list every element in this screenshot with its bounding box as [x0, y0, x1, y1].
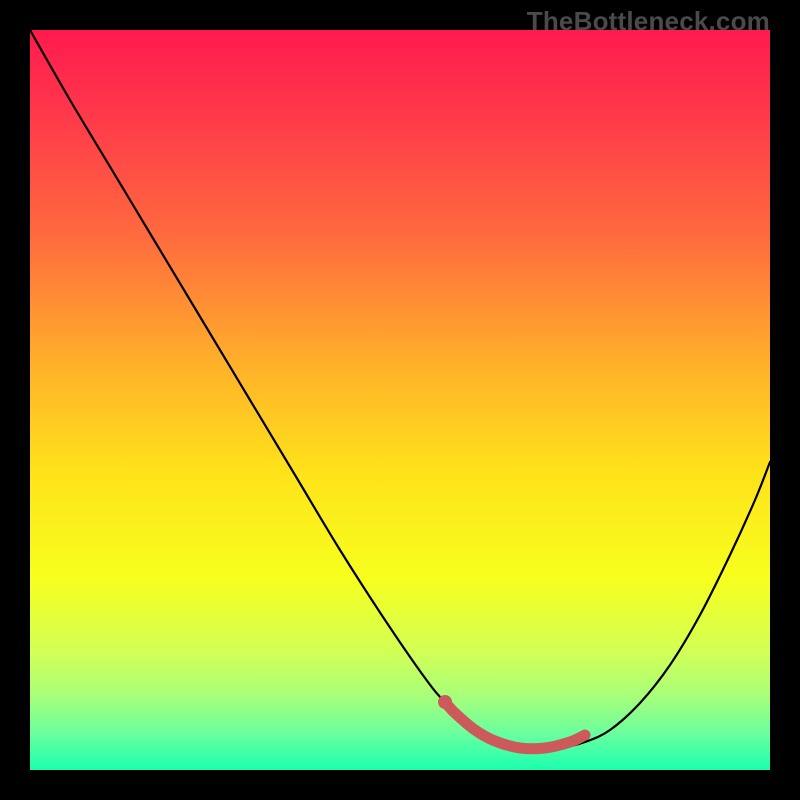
gradient-background [30, 30, 770, 770]
optimal-start-dot [438, 695, 452, 709]
plot-svg [30, 30, 770, 770]
plot-area [30, 30, 770, 770]
chart-stage: TheBottleneck.com [0, 0, 800, 800]
